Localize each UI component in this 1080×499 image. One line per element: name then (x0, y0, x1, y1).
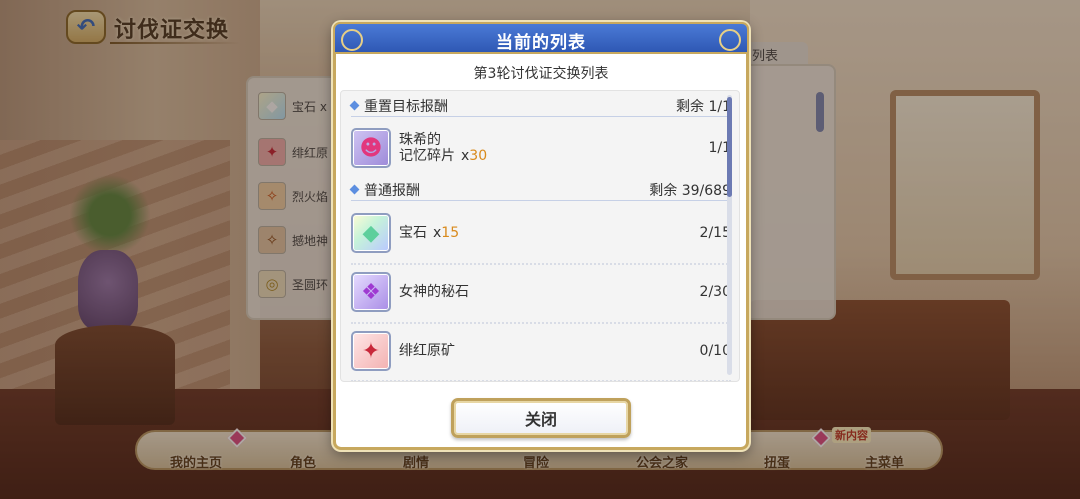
dialog-title: 当前的列表 (496, 33, 586, 53)
reward-name-text: 记忆碎片 (399, 148, 455, 164)
character-portrait-icon: ☻ (351, 128, 391, 168)
section-remaining: 剩余 1/1 (676, 98, 731, 115)
section-label: 普通报酬 (364, 182, 420, 199)
goddess-stone-icon: ❖ (351, 272, 391, 312)
reward-name-line: 珠希的 (399, 132, 441, 148)
reward-name-text: 绯红原矿 (399, 343, 455, 359)
reward-quantity: 30 (469, 148, 488, 164)
reward-row: ✦ 绯红原矿 0/10 (351, 326, 731, 376)
reward-quantity: 15 (441, 225, 460, 241)
reward-name-line: 记忆碎片 x30 (399, 148, 708, 164)
section-label: 重置目标报酬 (364, 98, 448, 115)
reward-name: 绯红原矿 (399, 343, 700, 359)
reward-name-text: 宝石 (399, 225, 427, 241)
section-header-normal-rewards: 普通报酬 剩余 39/689 (349, 179, 731, 201)
reward-list[interactable]: 重置目标报酬 剩余 1/1 ☻ 珠希的 记忆碎片 x30 1/1 普通报酬 剩余 … (340, 90, 740, 382)
row-divider (351, 322, 731, 324)
reward-name: 宝石 x15 (399, 225, 700, 241)
reward-row: ◆ 宝石 x15 2/15 (351, 208, 731, 258)
current-list-dialog: 当前的列表 第3轮讨伐证交换列表 重置目标报酬 剩余 1/1 ☻ 珠希的 记忆碎… (333, 22, 749, 450)
section-marker-icon (349, 100, 360, 111)
section-remaining: 剩余 39/689 (649, 182, 731, 199)
dialog-header: 当前的列表 (333, 22, 749, 54)
row-divider (351, 263, 731, 265)
dialog-subtitle: 第3轮讨伐证交换列表 (473, 66, 609, 82)
reward-row: ☻ 珠希的 记忆碎片 x30 1/1 (351, 123, 731, 173)
section-header-reset-rewards: 重置目标报酬 剩余 1/1 (349, 95, 731, 117)
reward-name: 女神的秘石 (399, 284, 700, 300)
reward-row: ❖ 女神的秘石 2/30 (351, 267, 731, 317)
close-button[interactable]: 关闭 (451, 398, 631, 438)
list-scrollbar-thumb[interactable] (727, 97, 732, 197)
row-divider (351, 380, 731, 381)
crimson-ore-icon: ✦ (351, 331, 391, 371)
reward-name: 珠希的 记忆碎片 x30 (399, 132, 708, 164)
section-marker-icon (349, 184, 360, 195)
gem-icon: ◆ (351, 213, 391, 253)
reward-name-text: 女神的秘石 (399, 284, 469, 300)
